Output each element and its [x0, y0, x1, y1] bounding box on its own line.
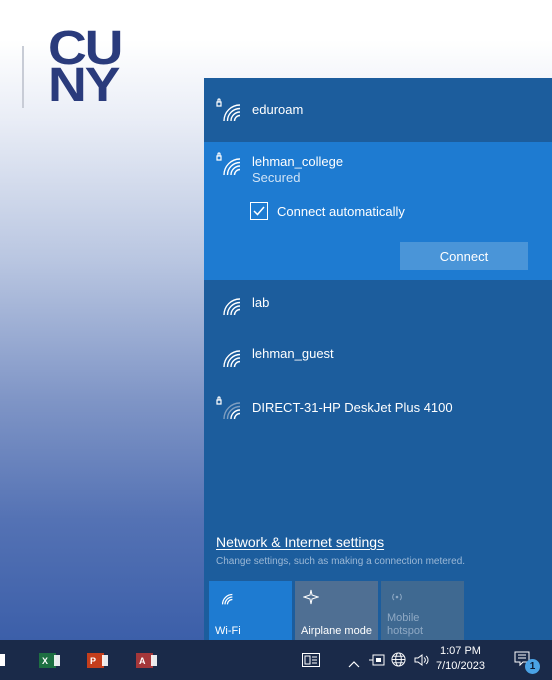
logo-line-2: NY: [48, 59, 120, 112]
wifi-secured-icon: [215, 394, 241, 420]
network-flyout: eduroam lehman_college Secured Connect a…: [204, 78, 552, 645]
network-internet-settings-link[interactable]: Network & Internet settings: [216, 534, 384, 550]
airplane-mode-tile[interactable]: Airplane mode: [295, 581, 378, 643]
network-name: eduroam: [252, 102, 304, 117]
logo-divider: [22, 46, 24, 108]
network-item-eduroam[interactable]: eduroam: [204, 78, 552, 142]
taskbar: X P A 1:07 PM 7/10/2023 1: [0, 640, 552, 680]
network-item-lab[interactable]: lab: [204, 280, 552, 328]
wifi-secured-icon: [215, 96, 241, 122]
taskbar-clock[interactable]: 1:07 PM 7/10/2023: [436, 644, 485, 674]
hotspot-tile-label: Mobile hotspot: [387, 612, 424, 637]
cuny-logo: CU NY: [48, 25, 149, 112]
network-item-lehman-guest[interactable]: lehman_guest: [204, 330, 552, 378]
network-settings-description: Change settings, such as making a connec…: [216, 556, 466, 567]
task-view-icon[interactable]: [302, 653, 320, 672]
wifi-icon: [217, 589, 233, 610]
chevron-up-icon[interactable]: [348, 655, 360, 673]
battery-plug-icon[interactable]: [369, 653, 385, 671]
excel-icon[interactable]: X: [39, 653, 60, 668]
wifi-icon: [215, 290, 241, 316]
checkmark-icon: [253, 206, 265, 216]
clock-date: 7/10/2023: [436, 660, 485, 672]
wifi-secured-icon: [215, 150, 241, 176]
connect-automatically-checkbox[interactable]: [250, 202, 268, 220]
globe-network-icon[interactable]: [391, 652, 406, 672]
network-name: DIRECT-31-HP DeskJet Plus 4100: [252, 400, 453, 415]
airplane-icon: [302, 589, 320, 610]
network-entry: lehman_college Secured Connect automatic…: [204, 142, 552, 280]
wifi-tile-label: Wi-Fi: [215, 625, 241, 637]
network-name: lehman_guest: [252, 346, 334, 361]
wifi-toggle-tile[interactable]: Wi-Fi: [209, 581, 292, 643]
wifi-icon: [215, 342, 241, 368]
access-icon[interactable]: A: [136, 653, 157, 668]
volume-icon[interactable]: [414, 653, 430, 672]
powerpoint-icon[interactable]: P: [87, 653, 108, 668]
network-status: Secured: [252, 170, 301, 185]
connect-automatically-label[interactable]: Connect automatically: [277, 204, 405, 219]
clock-time: 1:07 PM: [439, 645, 481, 657]
network-item-lehman-college[interactable]: lehman_college Secured Connect automatic…: [204, 142, 552, 280]
mobile-hotspot-tile[interactable]: Mobile hotspot: [381, 581, 464, 643]
network-name: lab: [252, 295, 270, 310]
hotspot-icon: [389, 589, 405, 610]
connect-button[interactable]: Connect: [400, 242, 528, 270]
network-name: lehman_college: [252, 154, 344, 169]
airplane-tile-label: Airplane mode: [301, 625, 372, 637]
network-item-direct-hp-deskjet[interactable]: DIRECT-31-HP DeskJet Plus 4100: [204, 382, 552, 432]
taskbar-edge-icon[interactable]: [0, 654, 5, 666]
notification-count-badge: 1: [525, 659, 540, 674]
